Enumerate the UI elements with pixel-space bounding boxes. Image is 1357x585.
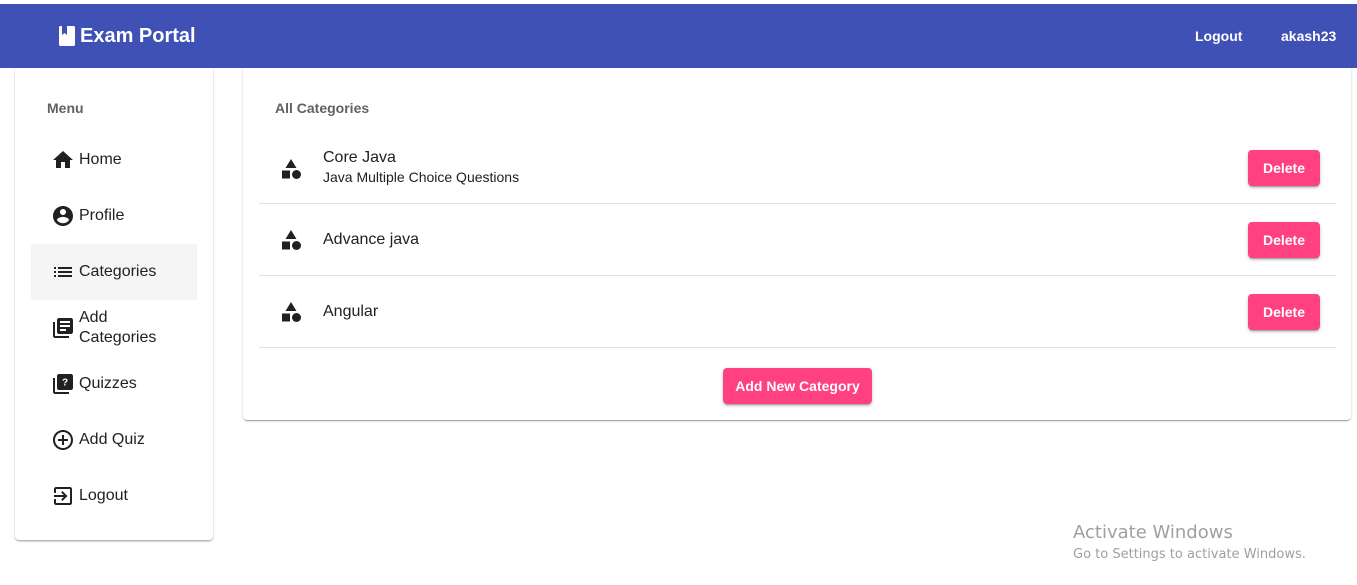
- sidebar-item-label-line1: Add: [79, 309, 108, 326]
- sidebar-item-categories[interactable]: Categories: [31, 244, 197, 300]
- add-new-category-button[interactable]: Add New Category: [723, 368, 872, 404]
- sidebar-item-home[interactable]: Home: [31, 132, 197, 188]
- sidebar-item-logout[interactable]: Logout: [31, 468, 197, 524]
- add-circle-icon: [53, 430, 73, 450]
- menu-heading: Menu: [47, 100, 84, 116]
- list-icon: [54, 267, 72, 277]
- sidebar-item-label: Add Categories: [79, 308, 156, 348]
- category-row[interactable]: Advance java Delete: [259, 204, 1336, 276]
- top-toolbar: Exam Portal Logout akash23: [0, 4, 1357, 68]
- quiz-icon: ?: [53, 374, 73, 394]
- category-description: Java Multiple Choice Questions: [323, 169, 520, 185]
- book-icon: [59, 26, 75, 46]
- username-link[interactable]: akash23: [1281, 4, 1336, 68]
- logout-icon: [54, 487, 72, 505]
- delete-button[interactable]: Delete: [1248, 294, 1320, 330]
- category-title: Angular: [323, 303, 379, 320]
- library-books-icon: [53, 318, 73, 338]
- card-subtitle: All Categories: [275, 100, 370, 116]
- sidebar-item-label: Home: [79, 151, 122, 168]
- sidebar-item-label-line2: Categories: [79, 329, 157, 346]
- sidebar-item-label: Logout: [79, 487, 128, 504]
- categories-card: All Categories Core Java Java Multiple C…: [243, 68, 1351, 420]
- category-title: Core Java: [323, 149, 396, 166]
- account-circle-icon: [53, 206, 73, 226]
- brand[interactable]: Exam Portal: [58, 4, 196, 68]
- sidebar-item-quizzes[interactable]: ? Quizzes: [31, 356, 197, 412]
- delete-button[interactable]: Delete: [1248, 222, 1320, 258]
- category-title: Advance java: [323, 231, 420, 248]
- app-title: Exam Portal: [80, 24, 196, 47]
- category-icon: [282, 159, 301, 179]
- sidebar: Menu Home Profile Categories Add Categor…: [15, 68, 213, 540]
- sidebar-item-label: Quizzes: [79, 375, 137, 392]
- home-icon: [53, 151, 73, 168]
- logout-link[interactable]: Logout: [1195, 4, 1242, 68]
- watermark-subtitle: Go to Settings to activate Windows.: [1073, 547, 1306, 562]
- sidebar-item-label: Categories: [79, 263, 157, 280]
- sidebar-item-add-categories[interactable]: Add Categories: [31, 300, 197, 356]
- watermark-title: Activate Windows: [1073, 522, 1233, 543]
- category-row[interactable]: Core Java Java Multiple Choice Questions…: [259, 132, 1336, 204]
- activation-watermark: Activate Windows Go to Settings to activ…: [1073, 522, 1306, 562]
- sidebar-item-profile[interactable]: Profile: [31, 188, 197, 244]
- sidebar-item-add-quiz[interactable]: Add Quiz: [31, 412, 197, 468]
- sidebar-item-label: Add Quiz: [79, 431, 145, 448]
- svg-text:?: ?: [62, 378, 68, 389]
- category-icon: [282, 230, 301, 250]
- category-icon: [282, 302, 301, 322]
- sidebar-item-label: Profile: [79, 207, 125, 224]
- category-row[interactable]: Angular Delete: [259, 276, 1336, 348]
- delete-button[interactable]: Delete: [1248, 150, 1320, 186]
